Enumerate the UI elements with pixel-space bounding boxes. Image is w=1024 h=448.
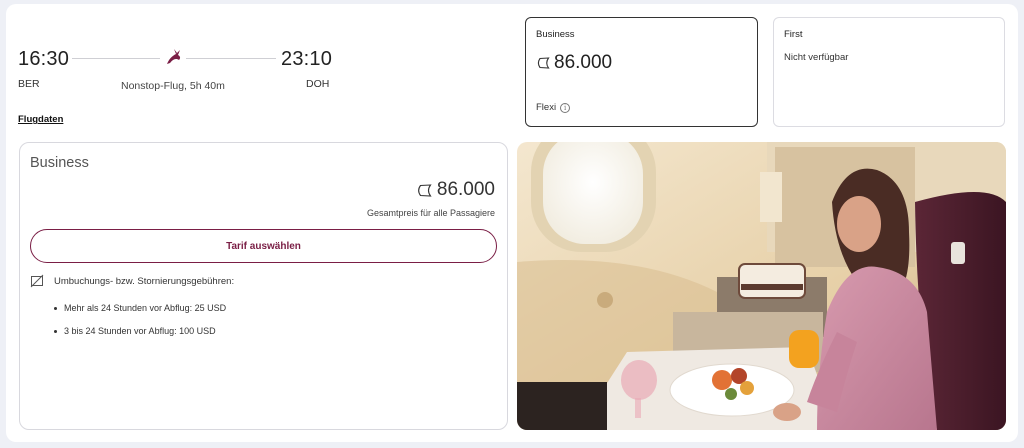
oryx-logo-icon (167, 49, 181, 64)
flight-duration: Nonstop-Flug, 5h 40m (121, 80, 225, 92)
fare-option-first: First Nicht verfügbar (773, 17, 1005, 127)
info-icon[interactable]: i (560, 102, 571, 113)
fees-list: Mehr als 24 Stunden vor Abflug: 25 USD 3… (54, 303, 226, 349)
departure-code: BER (18, 78, 40, 90)
fare-title: First (784, 29, 803, 40)
fare-detail-card: Business 86.000 Gesamtpreis für alle Pas… (19, 142, 508, 430)
cabin-title: Business (30, 155, 89, 171)
avios-icon (417, 183, 432, 197)
business-cabin-photo (517, 142, 1006, 430)
select-fare-button[interactable]: Tarif auswählen (30, 229, 497, 263)
fare-price: 86.000 (536, 52, 612, 74)
fare-price-value: 86.000 (554, 52, 613, 73)
avios-icon (537, 57, 550, 69)
arrival-time: 23:10 (281, 48, 333, 70)
fare-flexi-label: Flexi (536, 102, 557, 113)
total-price: 86.000 (416, 179, 495, 201)
total-price-label: Gesamtpreis für alle Passagiere (366, 208, 495, 218)
fees-title: Umbuchungs- bzw. Stornierungsgebühren: (54, 275, 235, 287)
route-line-right (186, 58, 276, 59)
total-price-value: 86.000 (436, 179, 495, 200)
fees-heading: Umbuchungs- bzw. Stornierungsgebühren: (30, 274, 234, 288)
departure-time: 16:30 (18, 48, 70, 70)
fee-item: 3 bis 24 Stunden vor Abflug: 100 USD (54, 326, 226, 336)
arrival-code: DOH (306, 78, 330, 90)
no-change-icon (30, 274, 44, 288)
route-line-left (72, 58, 160, 59)
flight-details-link[interactable]: Flugdaten (18, 114, 63, 125)
fare-unavailable-text: Nicht verfügbar (784, 52, 849, 63)
fee-item: Mehr als 24 Stunden vor Abflug: 25 USD (54, 303, 226, 313)
fare-flexi: Flexi i (536, 102, 571, 113)
fare-option-business[interactable]: Business 86.000 Flexi i (525, 17, 758, 127)
fare-title: Business (536, 29, 575, 40)
